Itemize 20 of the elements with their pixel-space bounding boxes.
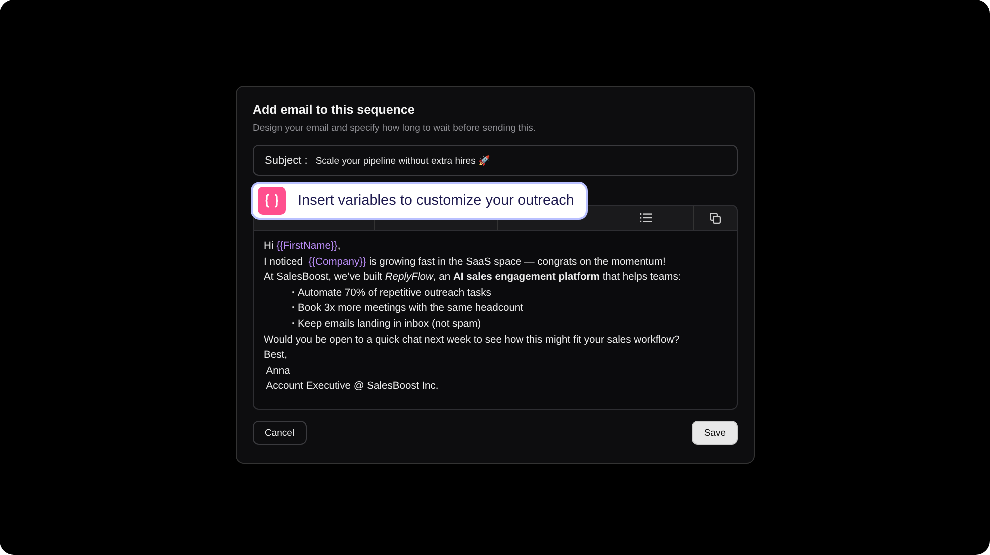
list-icon[interactable] xyxy=(640,213,652,223)
email-line: Best, xyxy=(264,349,288,364)
email-line: Hi {{FirstName}}, xyxy=(264,240,342,254)
email-line: ・Automate 70% of repetitive outreach tasks xyxy=(287,286,492,301)
email-line: Would you be open to a quick chat next week to see how this might fit your sales workflow? xyxy=(264,334,681,348)
email-line: Account Executive @ SalesBoost Inc. xyxy=(265,380,440,394)
save-button[interactable]: Save xyxy=(692,421,738,445)
email-line: Anna xyxy=(265,364,292,379)
tooltip-text: Insert variables to customize your outreach xyxy=(298,193,574,209)
dialog-title: Add email to this sequence xyxy=(253,102,416,118)
subject-field[interactable]: Subject : Scale your pipeline without extra hires 🚀 xyxy=(253,145,738,176)
braces-icon xyxy=(258,187,286,215)
cancel-button[interactable]: Cancel xyxy=(253,421,307,445)
dialog-subtitle: Design your email and specify how long to wait before sending this. xyxy=(253,123,538,135)
email-line: ・Book 3x more meetings with the same headcount xyxy=(287,302,525,316)
email-line: ・Keep emails landing in inbox (not spam) xyxy=(287,318,482,332)
email-line: I noticed {{Company}} is growing fast in the SaaS space — congrats on the momentum! xyxy=(264,256,667,270)
copy-icon[interactable] xyxy=(710,212,721,224)
email-body-field[interactable] xyxy=(253,230,738,410)
email-line: At SalesBoost, we’ve built ReplyFlow, an AI sales engagement platform that helps teams: xyxy=(264,271,682,286)
